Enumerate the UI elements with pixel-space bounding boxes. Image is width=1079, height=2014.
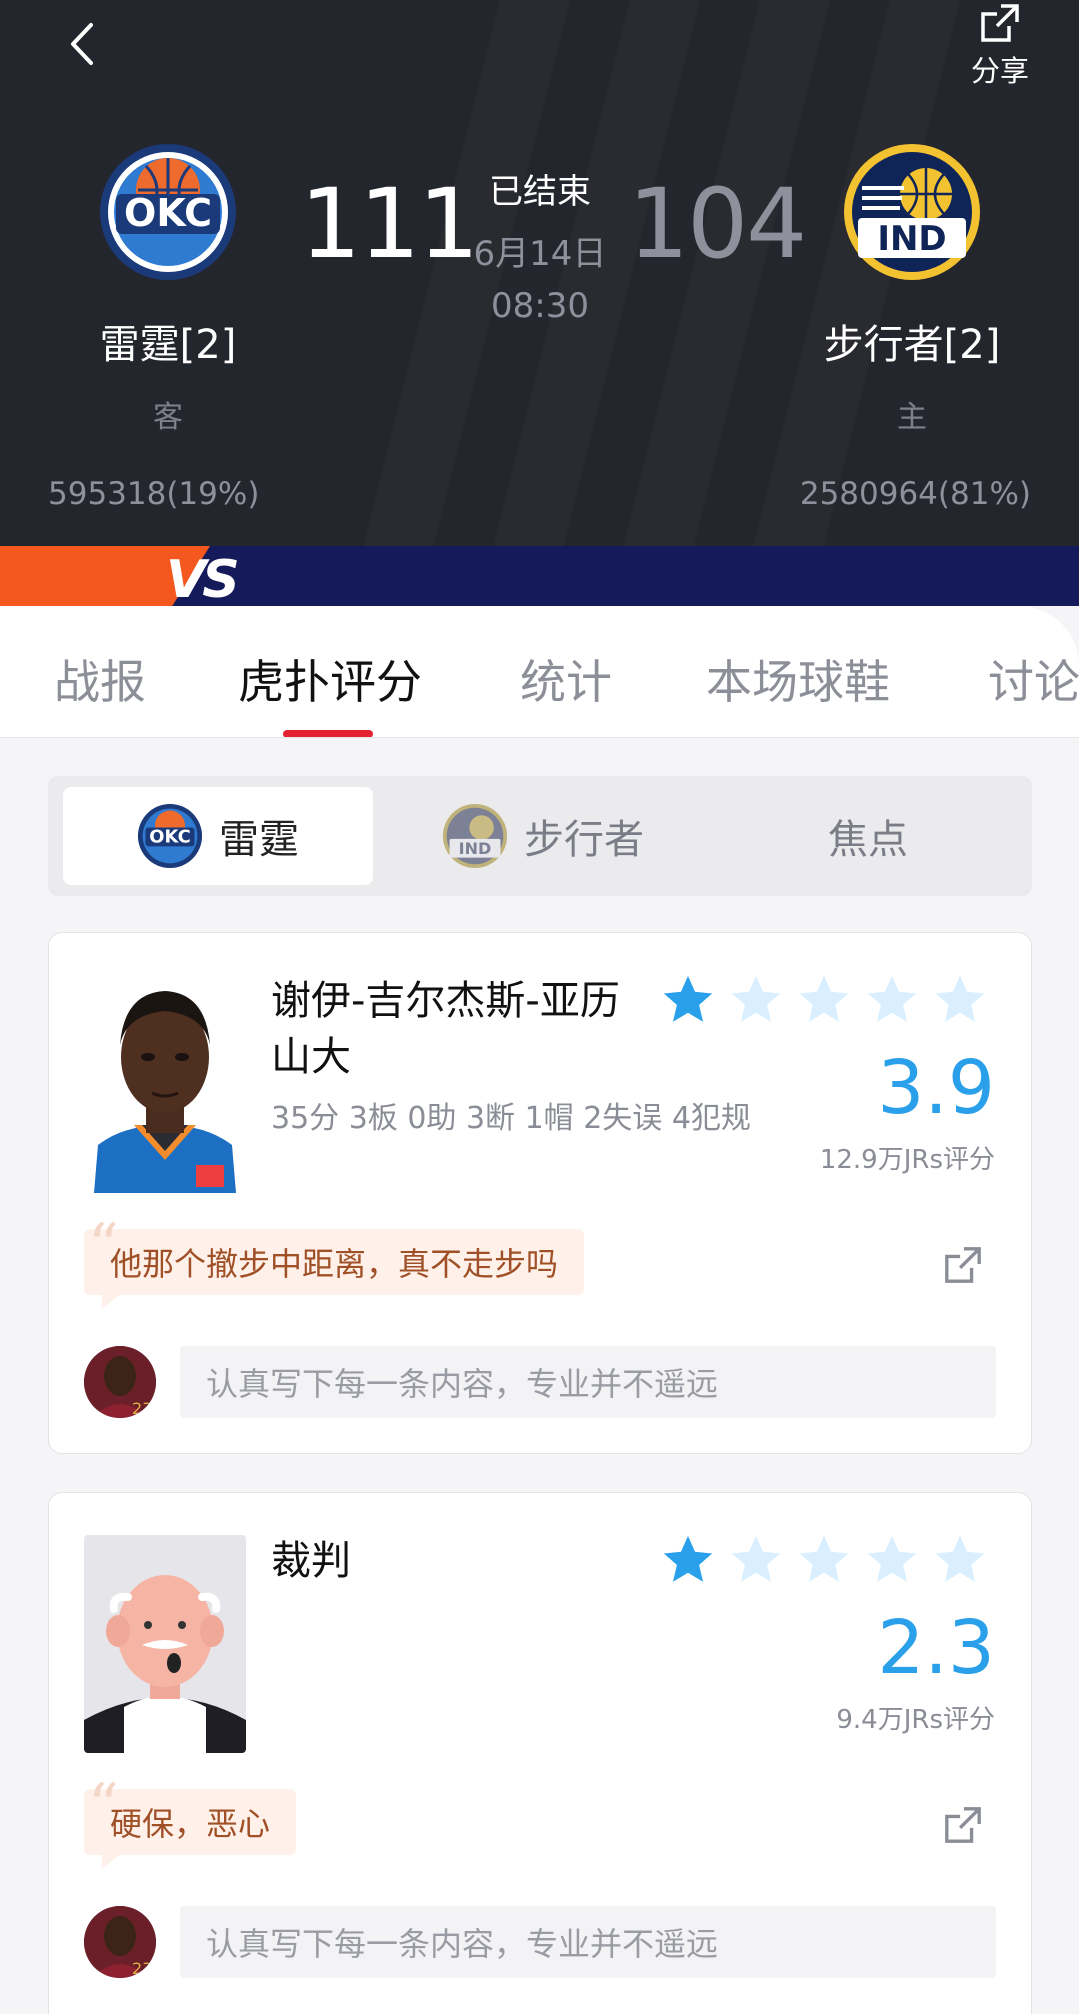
rating-count: 12.9万JRs评分 [819,1145,995,1175]
back-button[interactable] [54,16,110,72]
share-icon [981,4,1019,42]
top-comment-text: 他那个撤步中距离，真不走步吗 [110,1245,559,1283]
share-icon[interactable] [943,1805,983,1845]
okc-logo-text: OKC [124,191,212,235]
user-avatar-icon: 23 [84,1346,156,1418]
home-support-count: 2580964(81%) [799,476,1031,512]
ind-logo-text: IND [877,219,946,259]
selector-focus[interactable]: 焦点 [713,787,1023,885]
game-date: 6月14日 [473,234,607,274]
star-empty-icon[interactable] [863,1531,921,1589]
svg-text:23: 23 [132,1399,152,1418]
tab-shoes[interactable]: 本场球鞋 [706,646,890,712]
rating-card[interactable]: 裁判 2.3 9.4万JRs评分 “ 硬保，恶心 23 认真写下每一条内容，专业… [48,1492,1032,2014]
star-empty-icon[interactable] [727,971,785,1029]
player-portrait-icon [84,975,246,1193]
selector-focus-label: 焦点 [828,817,908,863]
star-empty-icon[interactable] [795,1531,853,1589]
tab-discussion[interactable]: 讨论 [988,646,1079,712]
player-name[interactable]: 裁判 [271,1533,631,1589]
away-team-role: 客 [153,400,183,435]
home-team-name[interactable]: 步行者[2] [762,312,1062,370]
rating-card[interactable]: 谢伊-吉尔杰斯-亚历山大 35分 3板 0助 3断 1帽 2失误 4犯规 3.9… [48,932,1032,1454]
rating-score: 2.3 [877,1605,995,1691]
vs-label: VS [166,550,240,606]
tab-bar: 战报 虎扑评分 统计 本场球鞋 讨论 [0,606,1079,738]
tab-hupu-rating[interactable]: 虎扑评分 [238,646,422,712]
share-label: 分享 [970,54,1029,88]
svg-text:23: 23 [132,1959,152,1978]
user-avatar-icon: 23 [84,1906,156,1978]
star-rating[interactable] [659,971,999,1029]
star-filled-icon[interactable] [659,1531,717,1589]
selector-okc-label: 雷霆 [219,817,299,863]
player-name[interactable]: 谢伊-吉尔杰斯-亚历山大 [271,973,631,1085]
game-time: 08:30 [491,286,589,326]
okc-logo: OKC [137,803,203,869]
avatar[interactable]: 23 [84,1906,156,1978]
home-team-role: 主 [897,400,927,435]
rating-count: 9.4万JRs评分 [836,1705,995,1735]
star-empty-icon[interactable] [863,971,921,1029]
share-icon[interactable] [943,1245,983,1285]
star-empty-icon[interactable] [795,971,853,1029]
star-filled-icon[interactable] [659,971,717,1029]
tab-active-indicator [283,730,373,737]
away-team-name[interactable]: 雷霆[2] [18,312,318,370]
share-button[interactable]: 分享 [960,2,1040,94]
star-empty-icon[interactable] [931,971,989,1029]
ind-logo[interactable]: IND [842,142,982,282]
selector-ind-label: 步行者 [524,817,644,863]
star-empty-icon[interactable] [931,1531,989,1589]
top-comment[interactable]: “ 硬保，恶心 [84,1771,297,1869]
player-photo[interactable] [84,975,246,1193]
game-status: 已结束 [489,172,591,212]
top-comment[interactable]: “ 他那个撤步中距离，真不走步吗 [84,1211,585,1309]
okc-logo[interactable]: OKC [98,142,238,282]
support-vs-bar: VS [0,546,1079,606]
comment-input[interactable]: 认真写下每一条内容，专业并不遥远 [180,1346,996,1418]
team-selector: OKC 雷霆 IND 步行者 焦点 [48,776,1032,896]
selector-ind[interactable]: IND 步行者 [388,787,698,885]
avatar[interactable]: 23 [84,1346,156,1418]
away-support-count: 595318(19%) [48,476,260,512]
referee-illustration-icon [84,1535,246,1753]
referee-photo[interactable] [84,1535,246,1753]
home-score: 104 [628,168,807,280]
okc-logo-text: OKC [149,827,190,848]
tab-report[interactable]: 战报 [54,646,146,712]
game-header: 分享 OKC 雷霆[2] 客 111 已结束 6月14日 08:30 104 I… [0,0,1079,546]
quote-icon: “ [88,1211,119,1281]
comment-input[interactable]: 认真写下每一条内容，专业并不遥远 [180,1906,996,1978]
quote-icon: “ [88,1771,119,1841]
star-empty-icon[interactable] [727,1531,785,1589]
player-stats: 35分 3板 0助 3断 1帽 2失误 4犯规 [271,1101,751,1136]
chevron-left-icon [71,23,93,65]
star-rating[interactable] [659,1531,999,1589]
top-comment-text: 硬保，恶心 [110,1805,271,1843]
ind-logo-text: IND [459,839,492,858]
rating-score: 3.9 [877,1045,995,1131]
ind-logo: IND [442,803,508,869]
tab-stats[interactable]: 统计 [520,646,612,712]
selector-okc[interactable]: OKC 雷霆 [63,787,373,885]
